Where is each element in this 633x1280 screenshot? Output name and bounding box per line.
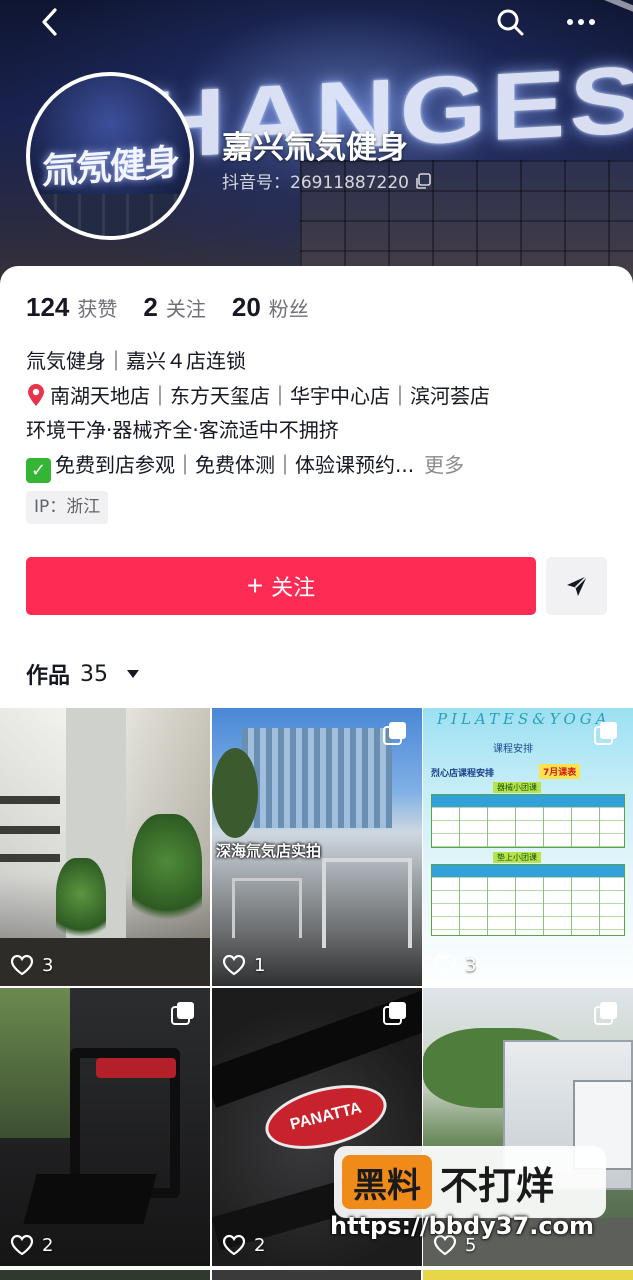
gym-rack-graphic [232, 878, 302, 938]
schedule-subtitle: 课程安排 [493, 744, 533, 755]
watermark-url: https://bbdy37.com [330, 1212, 595, 1240]
schedule-month-badge: 7月课表 [539, 764, 581, 779]
follow-label: 关注 [271, 575, 316, 600]
search-icon [497, 9, 524, 36]
video-tile[interactable]: 3 [0, 708, 210, 986]
tile-likes-count: 1 [254, 954, 266, 976]
wall-shelf-graphic [0, 826, 60, 834]
tile-likes: 1 [222, 954, 265, 976]
avatar-logo-text: 氚氖健身 [41, 142, 178, 193]
schedule-store: 烈心店课程安排 [431, 769, 495, 779]
tree-graphic [212, 748, 258, 838]
share-button[interactable] [546, 557, 607, 615]
works-label: 作品 [26, 664, 71, 689]
bio-line-3: 环境干净·器械齐全·客流适中不拥挤 [26, 418, 339, 442]
caret-down-icon [124, 665, 142, 683]
building-graphic [242, 728, 392, 828]
watermark-logo: 黑料 [342, 1155, 432, 1209]
plant-graphic [132, 814, 202, 934]
wall-shelf-graphic [0, 796, 60, 804]
heart-icon [433, 954, 457, 976]
tile-likes-count: 2 [42, 1234, 54, 1256]
stat-likes[interactable]: 124 获赞 [26, 292, 117, 323]
heart-icon [10, 954, 34, 976]
douyin-id-text: 抖音号：26911887220 [222, 173, 409, 193]
machine-seat-graphic [96, 1058, 176, 1078]
schedule-table-header [432, 795, 624, 807]
bio-line-2-text: 南湖天地店｜东方天玺店｜华宇中心店｜滨河荟店 [50, 383, 490, 408]
tile-likes: 2 [222, 1234, 265, 1256]
more-options-button[interactable] [561, 2, 601, 42]
back-button[interactable] [30, 2, 70, 42]
next-row-preview [0, 1270, 633, 1280]
tile-likes-count: 3 [465, 954, 477, 976]
profile-stats: 124 获赞 2 关注 20 粉丝 [26, 292, 309, 323]
schedule-table [431, 794, 625, 848]
tile-likes-count: 2 [254, 1234, 266, 1256]
tile-likes: 3 [10, 954, 53, 976]
tile-preview [211, 1270, 422, 1280]
stat-followers-value: 20 [231, 292, 261, 322]
bio-line-1: 氚気健身｜嘉兴４店连锁 [26, 349, 246, 373]
schedule-table [431, 864, 625, 936]
video-tile[interactable]: 深海氚気店实拍 1 [212, 708, 422, 986]
tile-caption: 深海氚気店实拍 [216, 842, 322, 860]
profile-name: 嘉兴氚気健身 [222, 130, 408, 166]
douyin-id[interactable]: 抖音号：26911887220 [222, 168, 433, 193]
send-icon [566, 575, 588, 596]
tile-likes: 3 [433, 954, 476, 976]
plus-icon: + [246, 570, 264, 601]
location-pin-icon [28, 383, 44, 406]
window-light-graphic [0, 988, 70, 1138]
heart-icon [222, 954, 246, 976]
tile-likes: 2 [10, 1234, 53, 1256]
wall-shelf-graphic [0, 854, 60, 862]
gym-rack-graphic [322, 858, 412, 948]
tile-likes-count: 3 [42, 954, 54, 976]
video-tile[interactable]: 2 [0, 988, 210, 1266]
chevron-left-icon [42, 8, 57, 36]
multi-image-icon [383, 1002, 406, 1025]
watermark-overlay: 黑料 不打烊 [334, 1146, 606, 1218]
stat-following[interactable]: 2 关注 [143, 292, 205, 323]
heart-icon [222, 1234, 246, 1256]
multi-image-icon [594, 722, 617, 745]
bio-line-2: 南湖天地店｜东方天玺店｜华宇中心店｜滨河荟店 [26, 379, 616, 414]
stat-followers-label: 粉丝 [268, 297, 309, 321]
stat-following-value: 2 [143, 292, 158, 322]
schedule-tag: 垫上小团课 [493, 852, 541, 863]
avatar[interactable]: 氚氖健身 [26, 72, 194, 240]
check-mark-icon: ✓ [26, 458, 51, 484]
bio-more-link[interactable]: 更多 [424, 453, 464, 477]
stat-following-label: 关注 [165, 297, 206, 321]
stat-followers[interactable]: 20 粉丝 [232, 292, 309, 323]
profile-bio[interactable]: 氚気健身｜嘉兴４店连锁 南湖天地店｜东方天玺店｜华宇中心店｜滨河荟店 环境干净·… [26, 344, 616, 484]
multi-image-icon [383, 722, 406, 745]
ip-location-badge: IP：浙江 [26, 491, 109, 524]
heart-icon [10, 1234, 34, 1256]
copy-icon[interactable] [413, 171, 433, 191]
plant-graphic [56, 858, 106, 948]
schedule-title: PILATES&YOGA [437, 710, 611, 728]
works-tab[interactable]: 作品 35 [26, 658, 142, 690]
tile-preview [423, 1270, 633, 1280]
stat-likes-label: 获赞 [77, 297, 118, 321]
watermark-text: 不打烊 [440, 1163, 555, 1208]
video-tile[interactable]: PILATES&YOGA 课程安排 烈心店课程安排 7月课表 器械小团课 垫上小… [423, 708, 633, 986]
panatta-logo-text: PANATTA [288, 1099, 364, 1134]
stat-likes-value: 124 [26, 292, 70, 322]
more-dots-icon [567, 19, 595, 25]
bio-line-4-text: 免费到店参观｜免费体测｜体验课预约... [55, 452, 415, 477]
multi-image-icon [594, 1002, 617, 1025]
works-count: 35 [80, 661, 109, 687]
schedule-tag: 器械小团课 [493, 782, 541, 793]
bio-line-4: ✓ 免费到店参观｜免费体测｜体验课预约... 更多 [26, 448, 616, 484]
tile-preview [0, 1270, 210, 1280]
follow-button[interactable]: + 关注 [26, 557, 536, 615]
machine-base-graphic [23, 1174, 157, 1224]
schedule-table-header [432, 865, 624, 877]
multi-image-icon [171, 1002, 194, 1025]
avatar-storefront [30, 194, 190, 236]
search-button[interactable] [490, 2, 530, 42]
